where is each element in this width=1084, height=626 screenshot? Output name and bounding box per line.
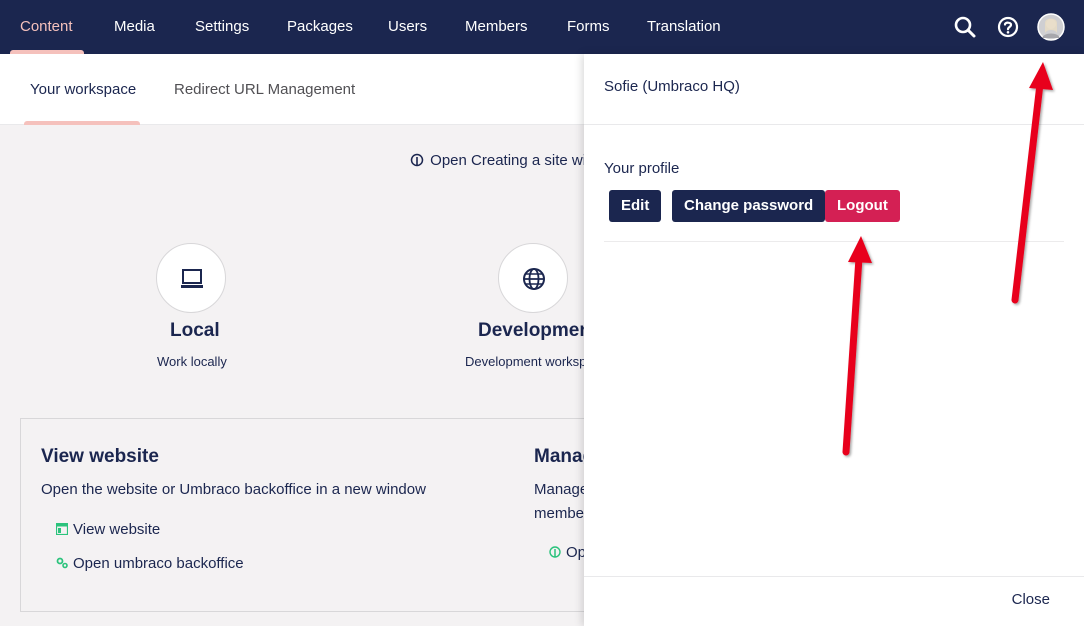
view-website-link[interactable]: View website [56, 521, 160, 538]
manage-open-link-label: Op [566, 544, 587, 561]
globe-icon [523, 268, 545, 290]
view-website-description: Open the website or Umbraco backoffice i… [41, 481, 426, 498]
change-password-button[interactable]: Change password [672, 190, 826, 222]
development-environment-button[interactable] [498, 243, 568, 313]
open-icon [410, 153, 424, 167]
manage-description-line1: Manage [534, 481, 589, 498]
search-icon[interactable] [952, 14, 978, 40]
tab-your-workspace[interactable]: Your workspace [30, 54, 136, 125]
environment-title-development: Development [478, 320, 598, 341]
nav-item-media[interactable]: Media [114, 0, 155, 54]
dashboard-tabs: Your workspace Redirect URL Management [0, 54, 584, 125]
nav-item-members[interactable]: Members [465, 0, 528, 54]
close-button[interactable]: Close [1012, 591, 1050, 608]
tab-redirect-url-management[interactable]: Redirect URL Management [174, 54, 355, 125]
divider [604, 241, 1064, 242]
user-name: Sofie (Umbraco HQ) [604, 78, 740, 95]
user-panel-footer: Close [584, 576, 1084, 626]
view-website-box: View website Open the website or Umbraco… [20, 418, 600, 612]
nav-item-packages[interactable]: Packages [287, 0, 353, 54]
user-panel-header: Sofie (Umbraco HQ) [584, 54, 1084, 125]
manage-open-link[interactable]: Op [549, 544, 586, 561]
nav-item-content[interactable]: Content [20, 0, 73, 54]
nav-item-users[interactable]: Users [388, 0, 427, 54]
nav-item-forms[interactable]: Forms [567, 0, 610, 54]
logout-button[interactable]: Logout [825, 190, 900, 222]
nav-item-translation[interactable]: Translation [647, 0, 721, 54]
laptop-icon [181, 269, 203, 288]
nav-item-settings[interactable]: Settings [195, 0, 249, 54]
open-backoffice-link-label: Open umbraco backoffice [73, 555, 244, 572]
manage-description-line2: member [534, 505, 590, 522]
open-backoffice-link[interactable]: Open umbraco backoffice [56, 555, 244, 572]
open-guide-label: Open Creating a site wi [430, 152, 587, 169]
local-environment-button[interactable] [156, 243, 226, 313]
user-avatar[interactable] [1037, 13, 1065, 41]
view-website-title: View website [41, 446, 159, 467]
cogs-icon [56, 557, 68, 569]
your-profile-label: Your profile [604, 160, 680, 177]
open-icon [549, 546, 561, 558]
help-icon[interactable] [995, 14, 1021, 40]
view-website-link-label: View website [73, 521, 161, 538]
environment-title-local: Local [170, 320, 220, 341]
website-icon [56, 523, 68, 535]
edit-button[interactable]: Edit [609, 190, 662, 222]
user-profile-panel: Sofie (Umbraco HQ) Your profile Edit Cha… [584, 54, 1084, 626]
top-navigation: Content Media Settings Packages Users Me… [0, 0, 1084, 54]
environment-subtitle-development: Development worksp [465, 354, 587, 369]
active-tab-indicator [24, 121, 140, 125]
environment-subtitle-local: Work locally [157, 354, 227, 369]
open-guide-link[interactable]: Open Creating a site wi [410, 152, 586, 169]
